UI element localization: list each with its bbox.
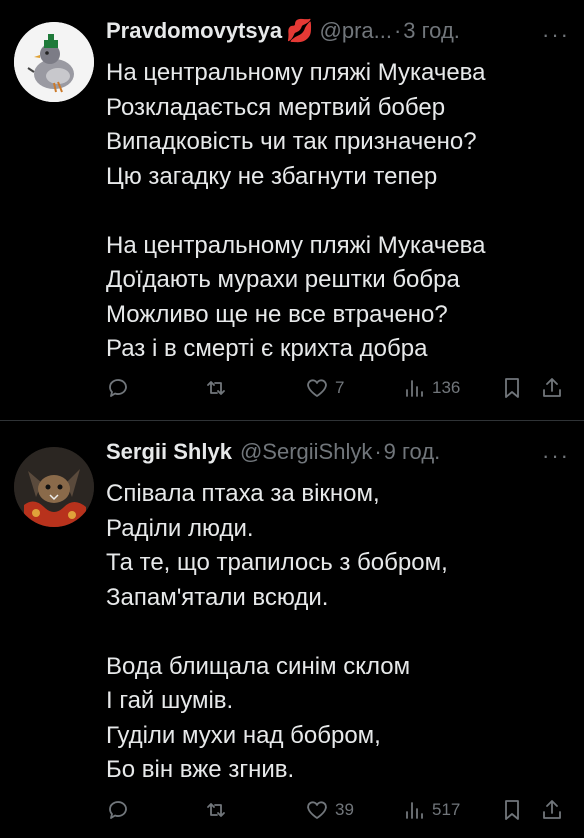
views-count: 136 (432, 378, 461, 397)
pigeon-avatar-image (14, 22, 94, 102)
like-icon (307, 801, 327, 819)
repost-button[interactable] (204, 792, 234, 828)
share-button[interactable] (540, 370, 564, 406)
post-line: Можливо ще не все втрачено? (106, 300, 448, 328)
post-time[interactable]: 9 год. (384, 439, 441, 465)
action-bar: 39 517 (100, 792, 580, 828)
author-handle[interactable]: @pra... (320, 18, 392, 44)
post[interactable]: Sergii Shlyk @SergiiShlyk · 9 год. ··· С… (0, 421, 584, 838)
repost-icon (207, 381, 225, 395)
post-text: На центральному пляжі Мукачева Розкладає… (106, 56, 576, 367)
post-line: І гай шумів. (106, 687, 234, 714)
post-line: Раз і в смерті є крихта добра (106, 335, 428, 362)
post-line: Розкладається мертвий бобер (106, 93, 446, 121)
share-button[interactable] (540, 792, 564, 828)
reply-icon (109, 801, 127, 819)
author-handle[interactable]: @SergiiShlyk (240, 439, 372, 465)
post-line: На центральному пляжі Мукачева (106, 231, 486, 259)
avatar[interactable] (14, 447, 94, 527)
post-header: Pravdomovytsya 💋 @pra... · 3 год. (106, 18, 460, 52)
avatar[interactable] (14, 22, 94, 102)
like-icon (307, 379, 327, 397)
like-button[interactable]: 7 (305, 370, 344, 406)
repost-button[interactable] (204, 370, 234, 406)
reply-button[interactable] (106, 370, 136, 406)
post-line: Раділи люди. (106, 514, 254, 542)
author-name[interactable]: Sergii Shlyk (106, 439, 232, 465)
post-line: Випадковість чи так призначено? (106, 128, 477, 155)
views-count: 517 (432, 800, 461, 819)
post[interactable]: Pravdomovytsya 💋 @pra... · 3 год. ··· На… (0, 0, 584, 420)
share-icon (543, 800, 561, 819)
post-header: Sergii Shlyk @SergiiShlyk · 9 год. (106, 439, 440, 473)
reply-icon (109, 379, 127, 397)
more-options-icon[interactable]: ··· (542, 443, 570, 469)
like-count: 7 (335, 378, 345, 397)
post-line-blank (106, 615, 576, 650)
post-line: Та те, що трапилось з бобром, (106, 549, 448, 576)
repost-icon (207, 803, 225, 817)
share-icon (543, 378, 561, 397)
lips-emoji-icon: 💋 (286, 18, 314, 43)
views-button[interactable]: 136 (402, 370, 460, 406)
separator-dot: · (374, 439, 382, 464)
views-button[interactable]: 517 (402, 792, 460, 828)
views-icon (406, 380, 423, 397)
more-options-icon[interactable]: ··· (542, 22, 570, 48)
post-line-blank (106, 194, 576, 229)
like-count: 39 (335, 800, 354, 819)
action-bar: 7 136 (100, 370, 580, 406)
post-text: Співала птаха за вікном, Раділи люди. Та… (106, 477, 576, 788)
reply-button[interactable] (106, 792, 136, 828)
views-icon (406, 802, 423, 819)
separator-dot: · (393, 18, 402, 43)
post-line: Запам'ятали всюди. (106, 583, 329, 611)
bookmark-button[interactable] (500, 792, 524, 828)
bookmark-button[interactable] (500, 370, 524, 406)
post-line: На центральному пляжі Мукачева (106, 59, 486, 86)
post-line: Вода блищала синім склом (106, 652, 411, 680)
post-line: Співала птаха за вікном, (106, 480, 380, 507)
bookmark-icon (505, 378, 519, 398)
like-button[interactable]: 39 (305, 792, 354, 828)
author-name[interactable]: Pravdomovytsya (106, 18, 282, 44)
post-line: Гуділи мухи над бобром, (106, 721, 381, 749)
bookmark-icon (505, 800, 519, 820)
post-line: Доїдають мурахи рештки бобра (106, 266, 460, 293)
post-line: Цю загадку не збагнути тепер (106, 162, 438, 190)
post-time[interactable]: 3 год. (403, 18, 460, 44)
bat-avatar-image (14, 447, 94, 527)
post-line: Бо він вже згнив. (106, 756, 295, 783)
